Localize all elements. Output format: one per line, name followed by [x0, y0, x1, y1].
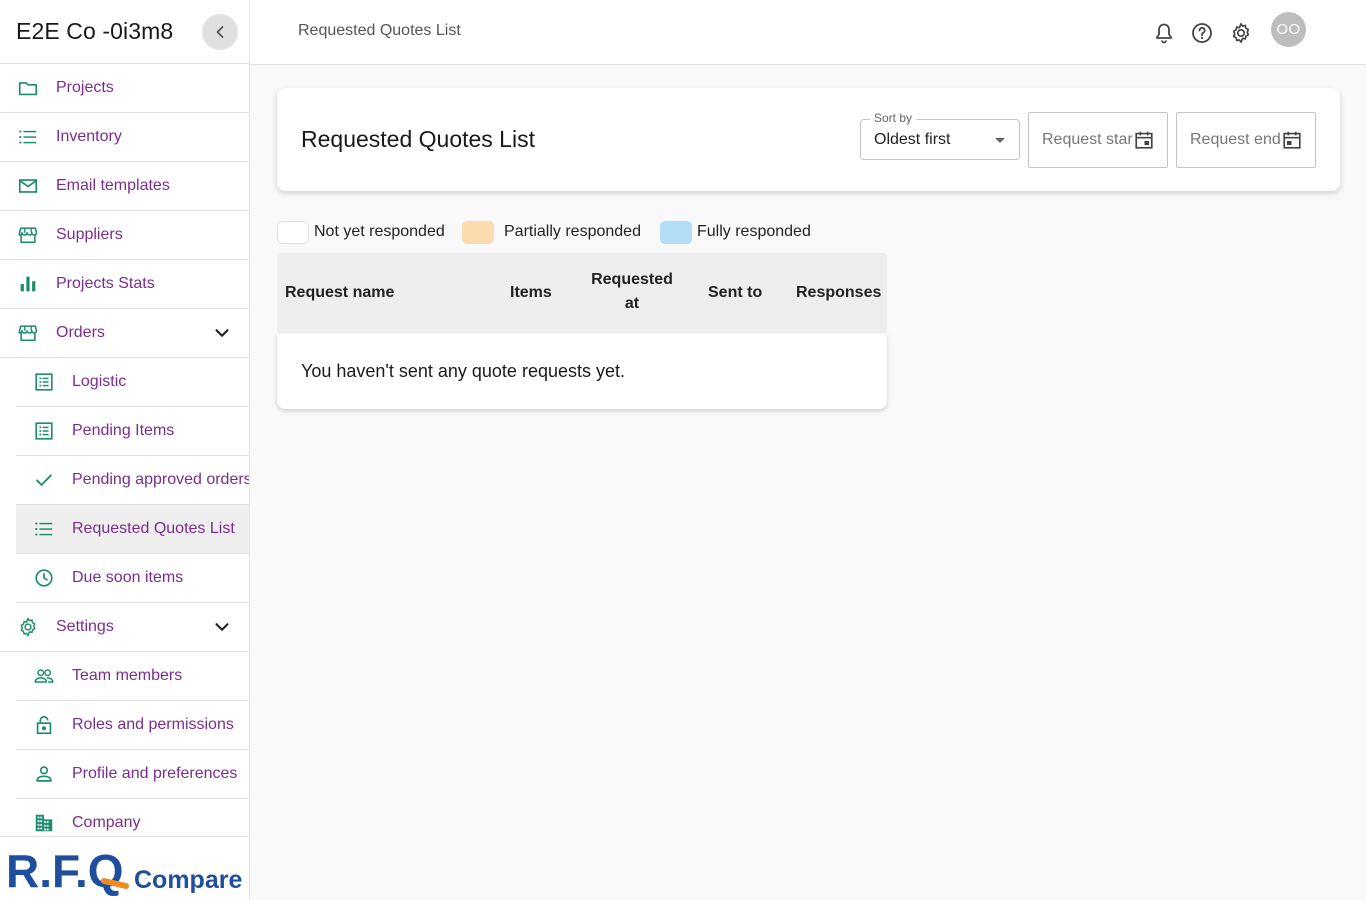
page-title: Requested Quotes List [301, 126, 535, 152]
column-header-items[interactable]: Items [510, 281, 552, 305]
breadcrumb: Requested Quotes List [298, 22, 461, 39]
clock-icon [33, 567, 55, 589]
bar-chart-icon [17, 273, 39, 295]
company-name: E2E Co -0i3m8 [16, 18, 174, 44]
column-header-sent-to[interactable]: Sent to [708, 281, 762, 305]
request-start-placeholder: Request start [1042, 131, 1138, 148]
sidebar-item-label: Due soon items [72, 569, 184, 586]
chevron-down-icon[interactable] [211, 616, 233, 638]
legend-partially-responded: Partially responded [462, 220, 641, 244]
svg-text:Compare: Compare [134, 866, 242, 894]
sidebar-item-label: Suppliers [56, 226, 123, 243]
sort-by-label: Sort by [870, 111, 917, 125]
page-header-card: Requested Quotes List Sort by Oldest fir… [277, 88, 1340, 191]
store-icon [17, 322, 39, 344]
legend-swatch [462, 220, 494, 244]
sidebar-item-settings[interactable]: Settings [0, 603, 249, 652]
sort-by-value: Oldest first [874, 131, 951, 148]
sidebar-item-inventory[interactable]: Inventory [0, 113, 249, 162]
person-icon [33, 763, 55, 785]
check-icon [33, 469, 55, 491]
legend-label: Partially responded [504, 223, 641, 240]
column-header-request-name[interactable]: Request name [285, 281, 394, 305]
sort-by-select[interactable]: Sort by Oldest first [860, 111, 1020, 160]
sidebar-item-label: Projects [56, 79, 114, 96]
sidebar-item-label: Projects Stats [56, 275, 155, 292]
column-header-responses[interactable]: Responses [796, 281, 881, 305]
request-end-date-field[interactable]: Request end [1176, 112, 1316, 168]
sidebar-item-profile-and-preferences[interactable]: Profile and preferences [16, 750, 249, 799]
mail-icon [17, 175, 39, 197]
calendar-icon[interactable] [1133, 129, 1155, 151]
sidebar-item-label: Requested Quotes List [72, 520, 235, 537]
table-header: Request name Items Requested at Sent to … [277, 253, 887, 333]
sidebar-item-requested-quotes-list[interactable]: Requested Quotes List [16, 505, 249, 554]
sidebar-item-due-soon-items[interactable]: Due soon items [16, 554, 249, 603]
sidebar-item-projects[interactable]: Projects [0, 64, 249, 113]
legend-label: Not yet responded [314, 223, 445, 240]
rfq-compare-logo: R.F.Q Compare [0, 836, 249, 900]
sidebar-item-label: Email templates [56, 177, 170, 194]
company-header: E2E Co -0i3m8 [0, 0, 249, 64]
sidebar-item-pending-items[interactable]: Pending Items [16, 407, 249, 456]
legend-label: Fully responded [697, 223, 811, 240]
top-bar: Requested Quotes List OO [250, 0, 1366, 65]
chevron-down-icon[interactable] [211, 322, 233, 344]
sidebar-item-label: Settings [56, 618, 114, 635]
sidebar-nav: Projects Inventory Email templates Suppl… [0, 64, 249, 848]
empty-state-message: You haven't sent any quote requests yet. [301, 361, 625, 381]
legend-swatch [277, 220, 309, 244]
sidebar-item-label: Pending Items [72, 422, 175, 439]
column-header-requested-at[interactable]: Requested at [587, 268, 677, 316]
dropdown-arrow-icon [995, 138, 1005, 143]
sidebar-item-label: Company [72, 814, 141, 831]
sidebar-item-projects-stats[interactable]: Projects Stats [0, 260, 249, 309]
sidebar: E2E Co -0i3m8 Projects Inventory Email t… [0, 0, 250, 900]
sidebar-item-pending-approved-orders[interactable]: Pending approved orders [16, 456, 249, 505]
sidebar-item-email-templates[interactable]: Email templates [0, 162, 249, 211]
calendar-icon[interactable] [1281, 129, 1303, 151]
chevron-left-icon [216, 25, 224, 38]
sidebar-item-label: Logistic [72, 373, 127, 390]
requested-quotes-table: Request name Items Requested at Sent to … [277, 253, 887, 409]
sidebar-item-orders[interactable]: Orders [0, 309, 249, 358]
legend-fully-responded: Fully responded [660, 220, 811, 244]
help-icon[interactable] [1190, 21, 1214, 45]
list-alt-icon [33, 371, 55, 393]
gear-icon[interactable] [1229, 21, 1253, 45]
people-icon [33, 665, 55, 687]
sidebar-item-label: Inventory [56, 128, 122, 145]
sidebar-item-roles-and-permissions[interactable]: Roles and permissions [16, 701, 249, 750]
sidebar-item-label: Pending approved orders [72, 471, 250, 488]
legend-swatch [660, 220, 692, 244]
bell-icon[interactable] [1152, 21, 1176, 45]
table-body: You haven't sent any quote requests yet. [277, 334, 887, 409]
sidebar-item-suppliers[interactable]: Suppliers [0, 211, 249, 260]
sidebar-item-label: Roles and permissions [72, 716, 234, 733]
gear-icon [17, 616, 39, 638]
sidebar-item-label: Profile and preferences [72, 765, 238, 782]
collapse-sidebar-button[interactable] [202, 13, 238, 50]
folder-icon [17, 77, 39, 99]
building-icon [33, 812, 55, 834]
list-icon [17, 126, 39, 148]
legend-not-yet-responded: Not yet responded [277, 220, 445, 244]
request-start-date-field[interactable]: Request start [1028, 112, 1168, 168]
sidebar-item-label: Team members [72, 667, 183, 684]
sidebar-item-team-members[interactable]: Team members [16, 652, 249, 701]
lock-icon [33, 714, 55, 736]
user-avatar[interactable]: OO [1271, 12, 1306, 47]
request-end-placeholder: Request end [1190, 131, 1281, 148]
svg-text:R.F.Q: R.F.Q [6, 845, 124, 897]
list-alt-icon [33, 420, 55, 442]
list-icon [33, 518, 55, 540]
sidebar-item-logistic[interactable]: Logistic [16, 358, 249, 407]
sidebar-item-label: Orders [56, 324, 105, 341]
store-icon [17, 224, 39, 246]
